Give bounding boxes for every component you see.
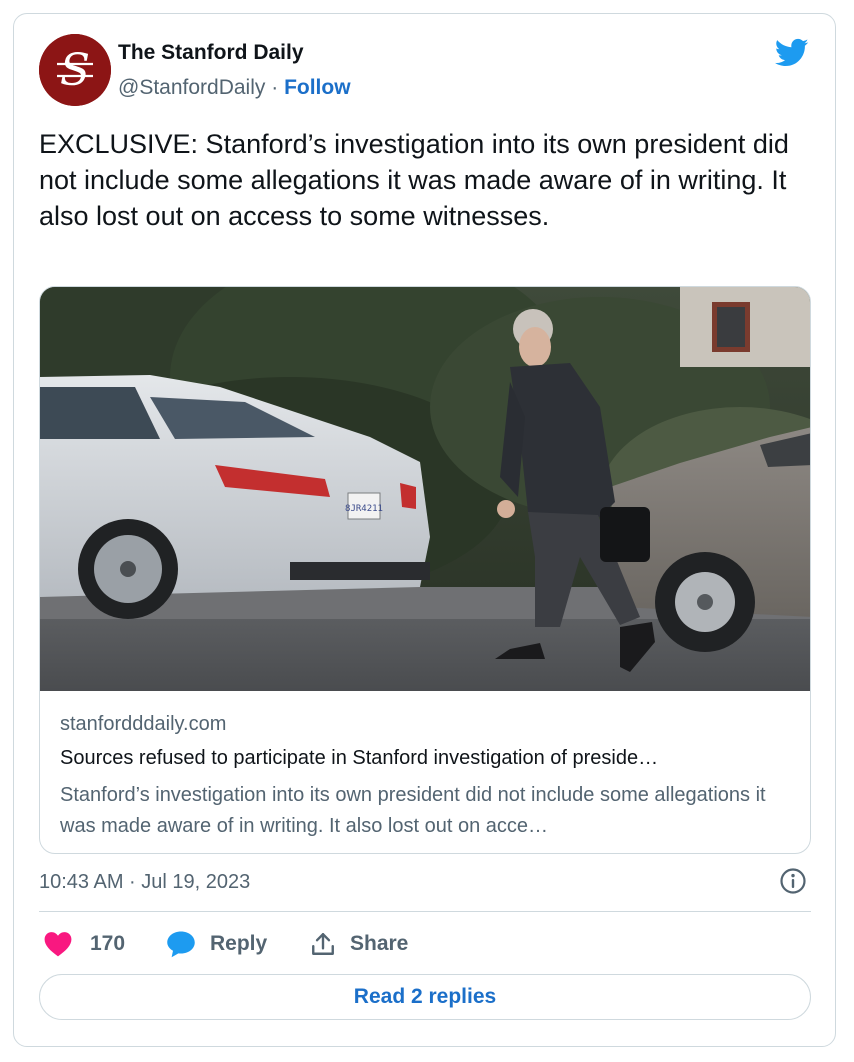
reply-button[interactable]: Reply <box>166 928 267 960</box>
actions-divider <box>39 911 811 912</box>
article-photo: 8JR4211 <box>40 287 810 691</box>
tweet-body-text: EXCLUSIVE: Stanford’s investigation into… <box>39 129 789 231</box>
tweet-timestamp[interactable]: 10:43 AM · Jul 19, 2023 <box>39 871 250 894</box>
link-description: Stanford’s investigation into its own pr… <box>60 784 766 837</box>
share-upload-icon <box>312 933 334 955</box>
twitter-bird-icon[interactable] <box>775 38 809 68</box>
link-domain: stanfordddaily.com <box>60 713 227 735</box>
speech-bubble-icon <box>167 931 195 958</box>
follow-button[interactable]: Follow <box>284 76 351 99</box>
author-handle[interactable]: @StanfordDaily <box>118 76 265 99</box>
tweet-embed-card: S The Stanford Daily @StanfordDaily · Fo… <box>13 13 836 1047</box>
link-preview-card[interactable]: 8JR4211 stanfordddaily.com Sources refus… <box>39 286 811 854</box>
share-button[interactable]: Share <box>310 928 408 960</box>
like-button[interactable]: 170 <box>44 928 125 960</box>
link-title: Sources refused to participate in Stanfo… <box>60 747 659 769</box>
share-label: Share <box>350 932 409 955</box>
author-avatar[interactable]: S <box>39 34 111 106</box>
handle-separator: · <box>265 76 285 99</box>
author-handle-row: @StanfordDaily · Follow <box>118 76 351 100</box>
stanford-daily-logo-icon: S <box>39 34 111 106</box>
like-count: 170 <box>90 932 126 955</box>
article-photo-illustration: 8JR4211 <box>40 287 810 691</box>
reply-label: Reply <box>210 932 268 955</box>
read-replies-button[interactable]: Read 2 replies <box>39 974 811 1020</box>
author-display-name[interactable]: The Stanford Daily <box>118 41 304 65</box>
info-icon[interactable] <box>779 867 807 895</box>
heart-icon <box>44 932 72 957</box>
svg-text:8JR4211: 8JR4211 <box>345 504 383 514</box>
svg-text:S: S <box>60 45 90 96</box>
